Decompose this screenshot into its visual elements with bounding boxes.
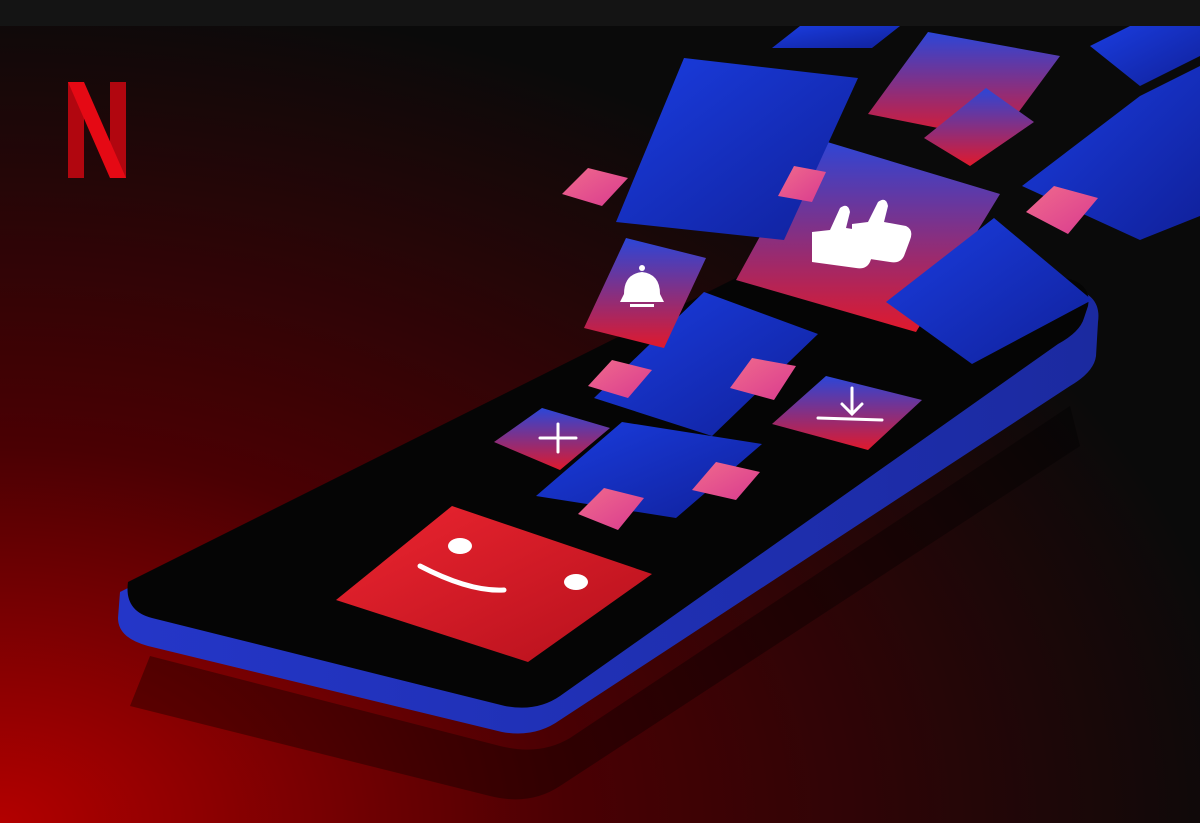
illustration-frame — [0, 0, 1200, 823]
top-bar — [0, 0, 1200, 26]
netflix-n-logo-icon — [68, 82, 126, 178]
netflix-app-illustration — [0, 26, 1200, 823]
